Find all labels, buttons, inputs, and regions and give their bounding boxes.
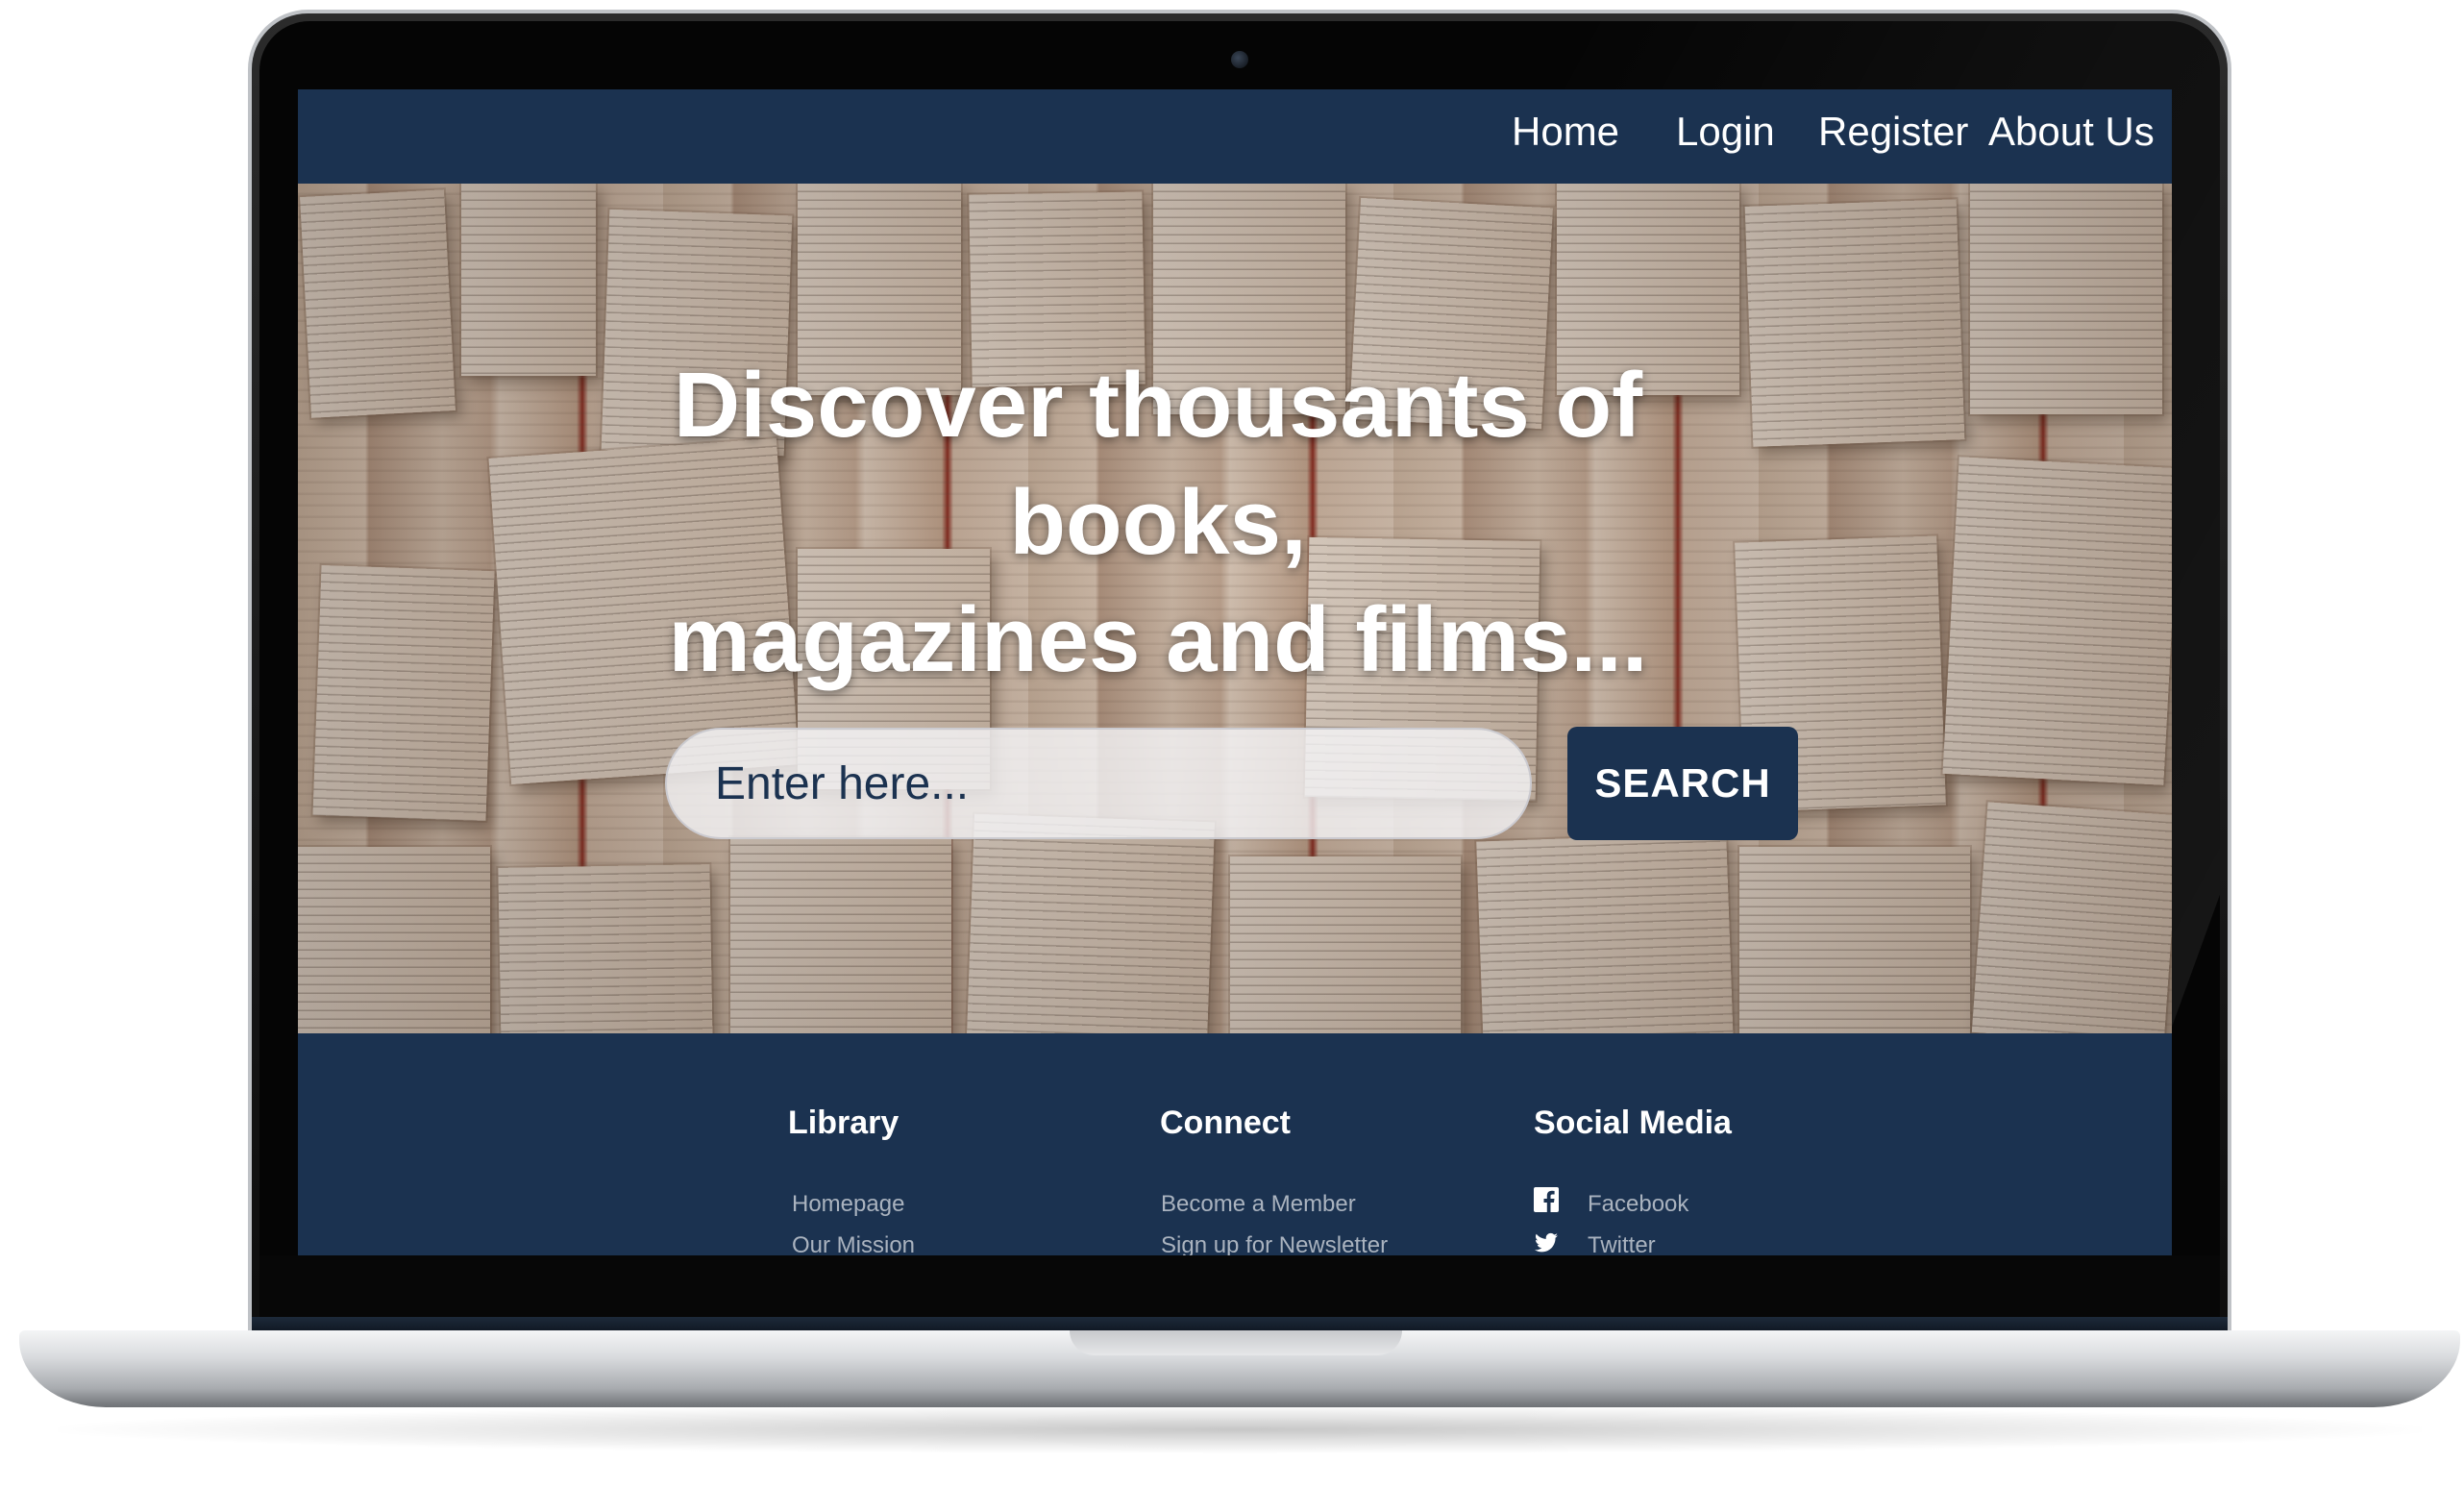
footer-link-become-member[interactable]: Become a Member <box>1161 1191 1356 1218</box>
facebook-icon[interactable] <box>1534 1187 1559 1212</box>
search-button[interactable]: SEARCH <box>1567 727 1798 840</box>
nav-login-link[interactable]: Login <box>1676 105 1775 159</box>
footer-heading-connect: Connect <box>1160 1104 1291 1141</box>
footer-heading-social-media: Social Media <box>1534 1104 1732 1141</box>
footer-link-homepage[interactable]: Homepage <box>792 1191 904 1218</box>
site-footer: Library Homepage Our Mission Connect Bec… <box>298 1033 2172 1255</box>
search-input[interactable] <box>665 728 1532 839</box>
hero-title-line-2: magazines and films... <box>668 588 1648 691</box>
hero-title: Discover thousants of books, magazines a… <box>557 347 1759 699</box>
footer-heading-library: Library <box>788 1104 899 1141</box>
hero-title-line-1: Discover thousants of books, <box>673 354 1643 574</box>
twitter-icon[interactable] <box>1534 1230 1559 1255</box>
footer-link-facebook[interactable]: Facebook <box>1588 1191 1688 1218</box>
nav-home-link[interactable]: Home <box>1512 105 1619 159</box>
footer-link-newsletter[interactable]: Sign up for Newsletter <box>1161 1232 1388 1255</box>
footer-link-twitter[interactable]: Twitter <box>1588 1232 1656 1255</box>
website-screen: Home Login Register About Us Discover th… <box>298 89 2172 1255</box>
top-navbar: Home Login Register About Us <box>298 89 2172 184</box>
laptop-shadow <box>58 1405 2422 1453</box>
nav-register-link[interactable]: Register <box>1818 105 1968 159</box>
laptop-base-notch <box>1070 1330 1402 1355</box>
nav-about-us-link[interactable]: About Us <box>1988 105 2155 159</box>
footer-link-our-mission[interactable]: Our Mission <box>792 1232 915 1255</box>
camera-icon <box>1231 51 1248 68</box>
hero-section: Discover thousants of books, magazines a… <box>298 184 2172 1033</box>
